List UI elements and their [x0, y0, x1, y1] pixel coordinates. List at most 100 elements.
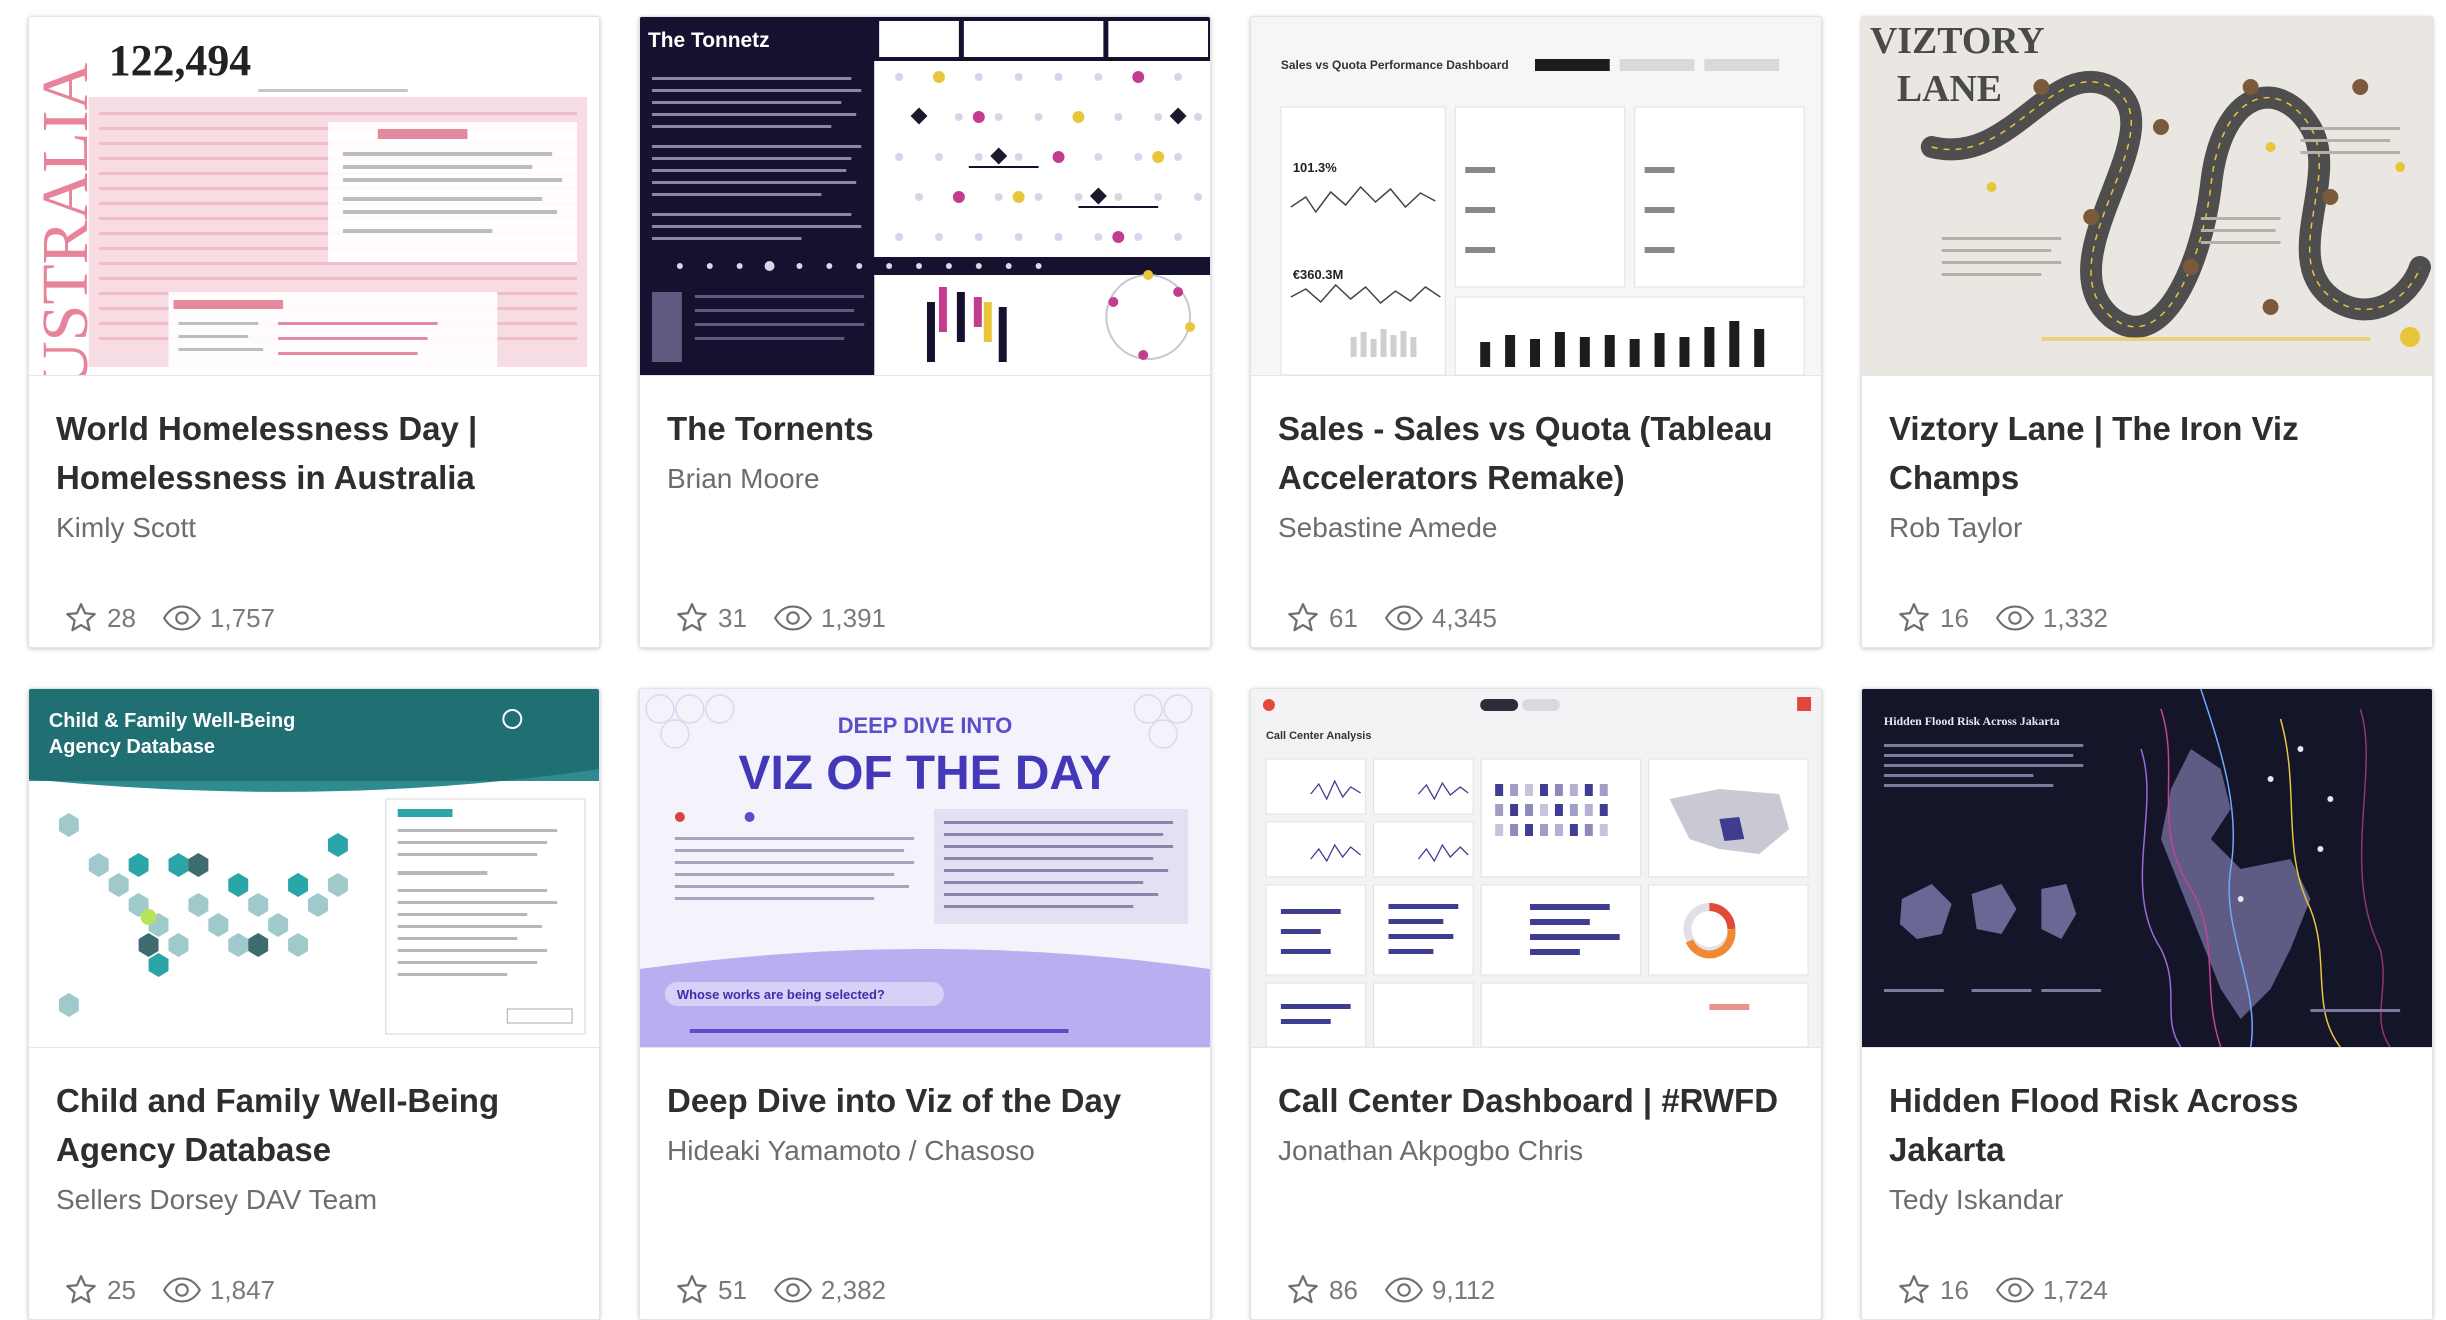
- thumb-header: Sales vs Quota Performance Dashboard: [1281, 58, 1509, 72]
- thumb-header: Hidden Flood Risk Across Jakarta: [1884, 714, 2060, 728]
- favorites-stat: 16: [1896, 1272, 1969, 1308]
- viz-title[interactable]: Hidden Flood Risk Across Jakarta: [1889, 1076, 2405, 1174]
- thumb-header-1: DEEP DIVE INTO: [838, 713, 1013, 738]
- favorites-count: 61: [1329, 602, 1358, 633]
- viz-card[interactable]: Sales vs Quota Performance Dashboard 101…: [1250, 16, 1822, 648]
- viz-thumbnail[interactable]: Child & Family Well-Being Agency Databas…: [29, 689, 599, 1048]
- thumb-header-2: LANE: [1897, 68, 2002, 110]
- viz-title[interactable]: Viztory Lane | The Iron Viz Champs: [1889, 404, 2405, 502]
- thumb-header: Call Center Analysis: [1266, 730, 1371, 742]
- thumb-header: The Tonnetz: [648, 29, 770, 52]
- eye-icon: [1995, 1277, 2035, 1303]
- views-stat: 4,345: [1384, 603, 1497, 634]
- favorites-count: 86: [1329, 1274, 1358, 1305]
- views-count: 1,332: [2042, 602, 2108, 633]
- thumbnail-homelessness-australia: 122,494 USTRALIA: [29, 17, 599, 375]
- viz-card[interactable]: The Tonnetz The Tornents Brian Moore 31 …: [639, 16, 1211, 648]
- viz-author[interactable]: Tedy Iskandar: [1889, 1184, 2405, 1216]
- viz-stats: 16 1,724: [1896, 1272, 2134, 1308]
- views-count: 4,345: [1431, 602, 1497, 633]
- star-outline-icon[interactable]: [674, 1272, 710, 1308]
- viz-card[interactable]: 122,494 USTRALIA World Homelessness Day …: [28, 16, 600, 648]
- viz-title[interactable]: Child and Family Well-Being Agency Datab…: [56, 1076, 572, 1174]
- viz-card[interactable]: VIZTORY LANE Viztory Lane | The Iron Viz…: [1861, 16, 2433, 648]
- views-stat: 2,382: [773, 1275, 886, 1306]
- star-outline-icon[interactable]: [1896, 600, 1932, 636]
- star-outline-icon[interactable]: [63, 600, 99, 636]
- thumbnail-call-center: Call Center Analysis: [1251, 689, 1821, 1047]
- star-outline-icon[interactable]: [63, 1272, 99, 1308]
- viz-card[interactable]: Call Center Analysis Call Center Dashboa…: [1250, 688, 1822, 1320]
- viz-stats: 16 1,332: [1896, 600, 2134, 636]
- viz-thumbnail[interactable]: The Tonnetz: [640, 17, 1210, 376]
- thumb-kpi-2: €360.3M: [1293, 267, 1343, 282]
- favorites-stat: 16: [1896, 600, 1969, 636]
- thumbnail-jakarta-flood: Hidden Flood Risk Across Jakarta: [1862, 689, 2432, 1047]
- viz-thumbnail[interactable]: 122,494 USTRALIA: [29, 17, 599, 376]
- viz-stats: 61 4,345: [1285, 600, 1523, 636]
- viz-card[interactable]: Child & Family Well-Being Agency Databas…: [28, 688, 600, 1320]
- viz-author[interactable]: Kimly Scott: [56, 512, 572, 544]
- views-count: 2,382: [820, 1274, 886, 1305]
- views-stat: 1,391: [773, 603, 886, 634]
- viz-author[interactable]: Jonathan Akpogbo Chris: [1278, 1135, 1794, 1167]
- viz-thumbnail[interactable]: VIZTORY LANE: [1862, 17, 2432, 376]
- views-count: 1,724: [2042, 1274, 2108, 1305]
- viz-author[interactable]: Rob Taylor: [1889, 512, 2405, 544]
- thumbnail-tonnetz: The Tonnetz: [640, 17, 1210, 375]
- viz-stats: 86 9,112: [1285, 1272, 1521, 1308]
- thumbnail-deep-dive-votd: DEEP DIVE INTO VIZ OF THE DAY Whose work…: [640, 689, 1210, 1047]
- viz-title[interactable]: Sales - Sales vs Quota (Tableau Accelera…: [1278, 404, 1794, 502]
- viz-author[interactable]: Hideaki Yamamoto / Chasoso: [667, 1135, 1183, 1167]
- viz-thumbnail[interactable]: Call Center Analysis: [1251, 689, 1821, 1048]
- thumb-header-1: Child & Family Well-Being: [49, 710, 295, 732]
- thumbnail-child-family-wellbeing: Child & Family Well-Being Agency Databas…: [29, 689, 599, 1047]
- viz-stats: 51 2,382: [674, 1272, 912, 1308]
- views-count: 1,391: [820, 602, 886, 633]
- thumbnail-sales-vs-quota: Sales vs Quota Performance Dashboard 101…: [1251, 17, 1821, 375]
- favorites-count: 31: [718, 602, 747, 633]
- eye-icon: [773, 1277, 813, 1303]
- thumb-header-2: Agency Database: [49, 736, 215, 758]
- viz-author[interactable]: Sellers Dorsey DAV Team: [56, 1184, 572, 1216]
- star-outline-icon[interactable]: [1285, 600, 1321, 636]
- viz-card[interactable]: DEEP DIVE INTO VIZ OF THE DAY Whose work…: [639, 688, 1211, 1320]
- favorites-stat: 28: [63, 600, 136, 636]
- views-stat: 1,847: [162, 1275, 275, 1306]
- viz-card[interactable]: Hidden Flood Risk Across Jakarta Hidden …: [1861, 688, 2433, 1320]
- viz-thumbnail[interactable]: Hidden Flood Risk Across Jakarta: [1862, 689, 2432, 1048]
- viz-title[interactable]: The Tornents: [667, 404, 1183, 453]
- views-count: 1,757: [209, 602, 275, 633]
- viz-title[interactable]: Call Center Dashboard | #RWFD: [1278, 1076, 1794, 1125]
- thumb-side-word: USTRALIA: [29, 62, 102, 375]
- thumb-big-number: 122,494: [109, 36, 251, 85]
- eye-icon: [773, 605, 813, 631]
- views-count: 1,847: [209, 1274, 275, 1305]
- favorites-stat: 25: [63, 1272, 136, 1308]
- viz-author[interactable]: Brian Moore: [667, 463, 1183, 495]
- viz-thumbnail[interactable]: DEEP DIVE INTO VIZ OF THE DAY Whose work…: [640, 689, 1210, 1048]
- star-outline-icon[interactable]: [674, 600, 710, 636]
- favorites-stat: 31: [674, 600, 747, 636]
- thumb-header-1: VIZTORY: [1870, 20, 2045, 62]
- eye-icon: [1384, 1277, 1424, 1303]
- star-outline-icon[interactable]: [1896, 1272, 1932, 1308]
- viz-stats: 28 1,757: [63, 600, 301, 636]
- thumb-question: Whose works are being selected?: [677, 987, 885, 1002]
- favorites-stat: 61: [1285, 600, 1358, 636]
- thumb-kpi-1: 101.3%: [1293, 160, 1337, 175]
- eye-icon: [162, 1277, 202, 1303]
- eye-icon: [162, 605, 202, 631]
- star-outline-icon[interactable]: [1285, 1272, 1321, 1308]
- viz-title[interactable]: World Homelessness Day | Homelessness in…: [56, 404, 572, 502]
- favorites-count: 25: [107, 1274, 136, 1305]
- viz-title[interactable]: Deep Dive into Viz of the Day: [667, 1076, 1183, 1125]
- eye-icon: [1995, 605, 2035, 631]
- thumb-header-2: VIZ OF THE DAY: [739, 747, 1112, 800]
- views-stat: 1,332: [1995, 603, 2108, 634]
- thumbnail-viztory-lane: VIZTORY LANE: [1862, 17, 2432, 375]
- viz-thumbnail[interactable]: Sales vs Quota Performance Dashboard 101…: [1251, 17, 1821, 376]
- viz-author[interactable]: Sebastine Amede: [1278, 512, 1794, 544]
- favorites-count: 16: [1940, 602, 1969, 633]
- views-stat: 9,112: [1384, 1275, 1495, 1306]
